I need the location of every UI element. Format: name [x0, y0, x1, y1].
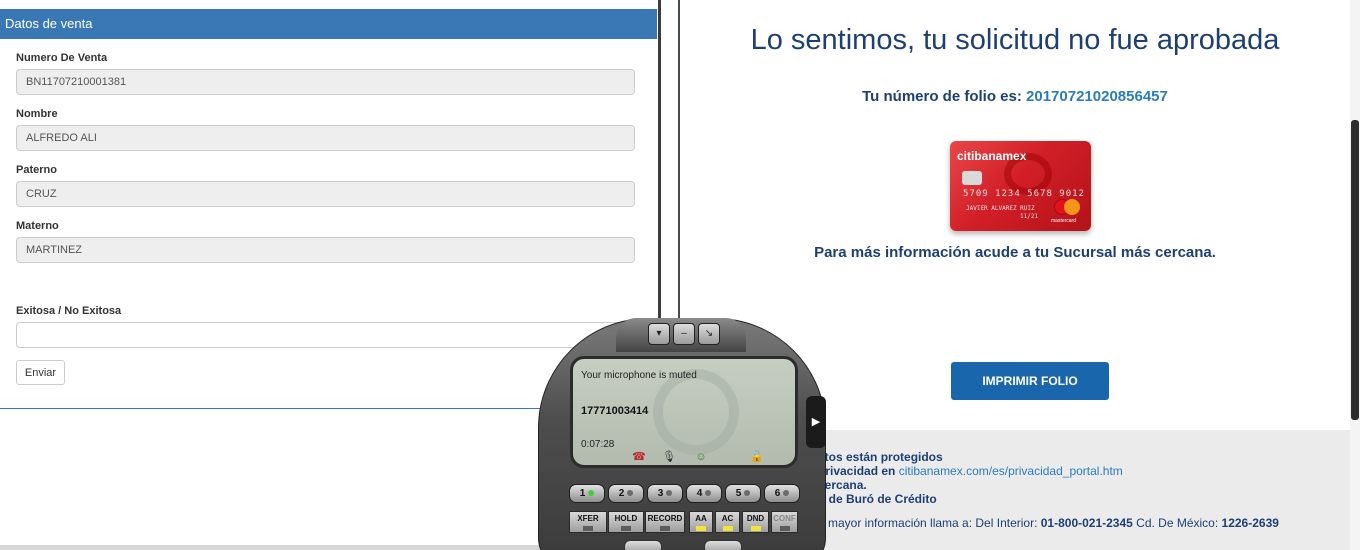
phone-interior: 01-800-021-2345: [1040, 516, 1133, 530]
paterno-label: Paterno: [16, 164, 57, 176]
footer-privacy: privacidad en citibanamex.com/es/privaci…: [818, 464, 1123, 478]
card-holder: JAVIER ALVAREZ RUIZ: [966, 205, 1035, 212]
conf-led: [779, 526, 790, 531]
footer-credit-bureau: n de Buró de Crédito: [818, 492, 937, 506]
result-label: Exitosa / No Exitosa: [16, 305, 122, 317]
scrollbar-thumb[interactable]: [1351, 120, 1359, 420]
ac-led: [722, 526, 733, 531]
aa-label: AA: [695, 514, 707, 523]
phone-hangup-icon[interactable]: ☎: [631, 450, 647, 464]
microphone-status: Your microphone is muted: [581, 370, 697, 381]
hold-led: [621, 526, 631, 531]
rejection-title: Lo sentimos, tu solicitud no fue aprobad…: [750, 24, 1280, 56]
dnd-led: [750, 526, 761, 531]
conf-button[interactable]: CONF: [771, 511, 798, 533]
line-key-6-label: 6: [774, 488, 781, 499]
paterno-field[interactable]: CRUZ: [16, 181, 635, 207]
card-brand: citibanamex: [957, 149, 1027, 163]
line-key-6[interactable]: 6: [764, 484, 800, 503]
footer-contact-prefix: o mayor información llama a: Del Interio…: [818, 516, 1041, 530]
record-led: [660, 526, 670, 531]
record-button[interactable]: RECORD: [645, 511, 685, 533]
softphone-logo-watermark: [653, 369, 739, 455]
credit-card-image: citibanamex 5709 1234 5678 9012 JAVIER A…: [950, 141, 1091, 231]
conf-label: CONF: [773, 514, 796, 523]
xfer-button[interactable]: XFER: [569, 511, 607, 533]
line-key-4[interactable]: 4: [686, 484, 722, 503]
card-network: mastercard: [1051, 218, 1077, 224]
menu-down-icon[interactable]: ▾: [648, 323, 670, 345]
aa-button[interactable]: AA: [689, 511, 713, 533]
footer-privacy-text: privacidad en: [818, 464, 899, 478]
hold-button[interactable]: HOLD: [608, 511, 644, 533]
softphone-widget: ▾ – ↘ Your microphone is muted 177710034…: [538, 318, 826, 550]
line-idle-icon: [666, 490, 673, 497]
sale-number-label: Numero De Venta: [16, 52, 108, 64]
line-key-3-label: 3: [657, 488, 664, 499]
print-folio-button[interactable]: IMPRIMIR FOLIO: [951, 362, 1109, 400]
line-key-1[interactable]: 1: [569, 484, 605, 503]
line-key-5-label: 5: [735, 488, 742, 499]
privacy-link[interactable]: citibanamex.com/es/privacidad_portal.htm: [899, 464, 1123, 478]
horizontal-scrollbar[interactable]: [0, 545, 560, 550]
aa-led: [696, 526, 706, 531]
panel-header: Datos de venta: [0, 9, 657, 39]
line-idle-icon: [705, 490, 712, 497]
line-active-icon: [588, 490, 595, 497]
dnd-label: DND: [746, 514, 765, 523]
footer-protected: atos están protegidos: [818, 450, 943, 464]
ac-label: AC: [721, 514, 734, 523]
lock-icon[interactable]: 🔓: [749, 450, 765, 464]
card-expiry: 11/21: [1020, 213, 1039, 220]
softphone-screen: Your microphone is muted 17771003414 0:0…: [570, 356, 798, 468]
softkey-left[interactable]: [624, 540, 662, 550]
more-info-text: Para más información acude a tu Sucursal…: [814, 244, 1216, 261]
collapse-icon[interactable]: ↘: [698, 323, 720, 345]
xfer-label: XFER: [577, 514, 599, 523]
send-button[interactable]: Enviar: [16, 360, 65, 385]
line-idle-icon: [783, 490, 790, 497]
microphone-muted-icon[interactable]: 🎙: [661, 450, 677, 464]
xfer-led: [583, 526, 593, 531]
line-key-2[interactable]: 2: [608, 484, 644, 503]
materno-field[interactable]: MARTINEZ: [16, 237, 635, 263]
expand-arrow-icon[interactable]: ▶: [806, 396, 826, 448]
line-idle-icon: [744, 490, 751, 497]
line-key-4-label: 4: [696, 488, 703, 499]
materno-label: Materno: [16, 220, 59, 232]
line-idle-icon: [627, 490, 634, 497]
softkey-right[interactable]: [704, 540, 742, 550]
footer-contact: o mayor información llama a: Del Interio…: [818, 516, 1279, 530]
call-timer: 0:07:28: [581, 439, 615, 450]
line-key-1-label: 1: [579, 488, 586, 499]
dnd-button[interactable]: DND: [742, 511, 769, 533]
minimize-icon[interactable]: –: [673, 323, 695, 345]
line-key-5[interactable]: 5: [725, 484, 761, 503]
line-key-3[interactable]: 3: [647, 484, 683, 503]
sale-number-field[interactable]: BN11707210001381: [16, 69, 635, 95]
name-field[interactable]: ALFREDO ALI: [16, 125, 635, 151]
card-number: 5709 1234 5678 9012: [963, 189, 1085, 199]
folio-number: 20170721020856457: [1026, 88, 1168, 105]
add-contact-icon[interactable]: ☺: [693, 450, 709, 464]
folio-label: Tu número de folio es:: [862, 88, 1027, 105]
call-number: 17771003414: [581, 405, 649, 417]
folio-line: Tu número de folio es: 20170721020856457: [680, 88, 1350, 105]
line-key-2-label: 2: [618, 488, 625, 499]
phone-cdmx: 1226-2639: [1221, 516, 1279, 530]
footer-contact-mid: Cd. De México:: [1132, 516, 1222, 530]
ac-button[interactable]: AC: [715, 511, 740, 533]
card-chip: [962, 171, 982, 185]
record-label: RECORD: [647, 514, 683, 523]
name-label: Nombre: [16, 108, 58, 120]
hold-label: HOLD: [614, 514, 638, 523]
mastercard-icon-circle: [1064, 199, 1080, 215]
